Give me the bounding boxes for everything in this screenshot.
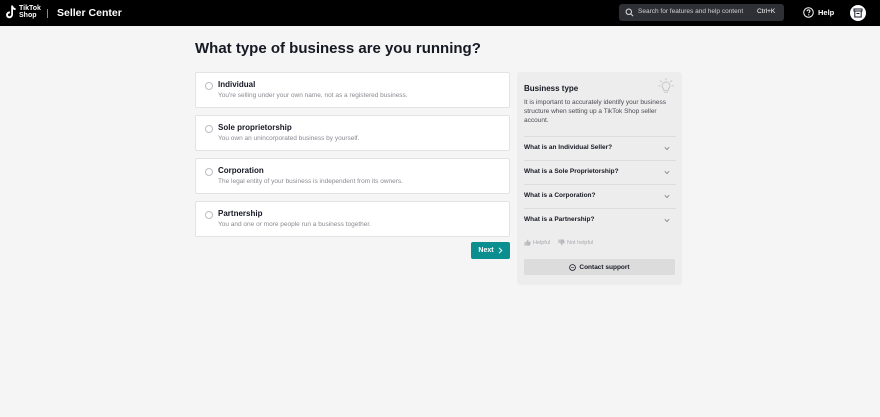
option-description: The legal entity of your business is ind… — [218, 178, 403, 185]
option-individual[interactable]: Individual You're selling under your own… — [195, 72, 510, 108]
helpful-label: Helpful — [533, 239, 551, 246]
radio-individual[interactable] — [205, 82, 213, 90]
search-bar[interactable]: Search for features and help content Ctr… — [619, 4, 784, 21]
faq-label: What is an Individual Seller? — [524, 144, 613, 151]
tiktok-logo-icon — [6, 5, 16, 19]
header-divider — [47, 9, 48, 18]
chevron-down-icon — [664, 146, 670, 151]
contact-support-label: Contact support — [579, 263, 630, 271]
logo-text: TikTok Shop — [19, 5, 41, 19]
faq-partnership[interactable]: What is a Partnership? — [524, 208, 676, 232]
shop-avatar-button[interactable] — [850, 5, 866, 21]
page-title: What type of business are you running? — [195, 40, 481, 57]
panel-description: It is important to accurately identify y… — [524, 99, 666, 124]
panel-title: Business type — [524, 84, 579, 93]
faq-sole-proprietorship[interactable]: What is a Sole Proprietorship? — [524, 160, 676, 184]
search-shortcut: Ctrl+K — [757, 8, 776, 15]
radio-corporation[interactable] — [205, 168, 213, 176]
top-bar: TikTok Shop Seller Center Search for fea… — [0, 0, 880, 26]
app-title: Seller Center — [57, 7, 122, 19]
thumbs-down-icon — [558, 239, 565, 246]
chevron-down-icon — [664, 218, 670, 223]
option-title: Sole proprietorship — [218, 123, 292, 132]
tiktok-shop-logo[interactable]: TikTok Shop — [6, 5, 41, 19]
business-type-help-panel: Business type It is important to accurat… — [517, 72, 682, 285]
not-helpful-button[interactable]: Not helpful — [558, 239, 593, 246]
not-helpful-label: Not helpful — [567, 239, 594, 246]
faq-individual-seller[interactable]: What is an Individual Seller? — [524, 136, 676, 160]
contact-support-button[interactable]: Contact support — [524, 259, 675, 275]
radio-partnership[interactable] — [205, 211, 213, 219]
option-sole-proprietorship[interactable]: Sole proprietorship You own an unincorpo… — [195, 115, 510, 151]
faq-label: What is a Partnership? — [524, 216, 595, 223]
next-button[interactable]: Next — [471, 242, 510, 259]
thumbs-up-icon — [524, 239, 531, 246]
option-partnership[interactable]: Partnership You and one or more people r… — [195, 201, 510, 237]
help-label: Help — [818, 8, 835, 17]
helpful-button[interactable]: Helpful — [524, 239, 550, 246]
option-corporation[interactable]: Corporation The legal entity of your bus… — [195, 158, 510, 194]
option-title: Corporation — [218, 166, 264, 175]
shop-icon — [853, 8, 863, 18]
search-placeholder: Search for features and help content — [638, 8, 744, 15]
search-icon — [625, 8, 634, 17]
logo-line-1: TikTok — [19, 5, 41, 12]
option-title: Partnership — [218, 209, 263, 218]
option-title: Individual — [218, 80, 256, 89]
chevron-right-icon — [498, 247, 503, 254]
logo-line-2: Shop — [19, 12, 37, 19]
faq-label: What is a Sole Proprietorship? — [524, 168, 619, 175]
faq-label: What is a Corporation? — [524, 192, 596, 199]
chevron-down-icon — [664, 194, 670, 199]
next-label: Next — [478, 247, 494, 254]
support-chat-icon — [569, 263, 577, 271]
option-description: You own an unincorporated business by yo… — [218, 135, 360, 142]
radio-sole-proprietorship[interactable] — [205, 125, 213, 133]
option-description: You're selling under your own name, not … — [218, 92, 408, 99]
lightbulb-icon — [658, 78, 674, 93]
chevron-down-icon — [664, 170, 670, 175]
faq-corporation[interactable]: What is a Corporation? — [524, 184, 676, 208]
option-description: You and one or more people run a busines… — [218, 221, 371, 228]
help-icon — [803, 7, 814, 18]
help-button[interactable]: Help — [803, 7, 834, 18]
